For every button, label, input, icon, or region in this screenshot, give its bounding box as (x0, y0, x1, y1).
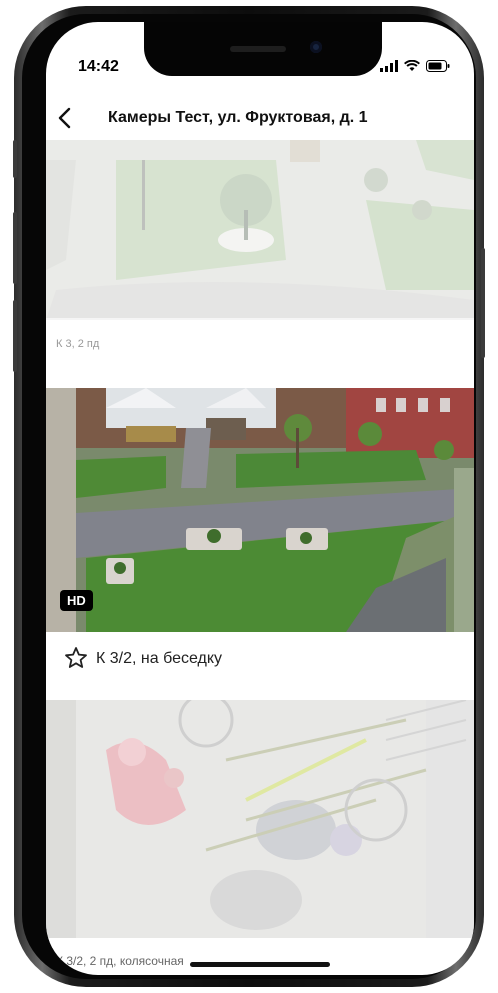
camera-image-3 (46, 700, 474, 948)
notch (144, 22, 382, 76)
home-indicator (190, 962, 330, 967)
battery-icon (426, 60, 450, 72)
back-icon[interactable] (52, 104, 80, 132)
camera-label-1: К 3, 2 пд (56, 338, 100, 350)
power-button (481, 248, 485, 358)
wifi-icon (404, 60, 420, 71)
camera-caption-1[interactable]: К 3, 2 пд (46, 338, 474, 350)
status-time: 14:42 (78, 58, 119, 75)
front-camera (310, 41, 322, 53)
camera-label-2: К 3/2, на беседку (96, 650, 223, 667)
camera-image-2 (46, 388, 474, 632)
signal-icon (380, 60, 398, 72)
app-screen: 14:42 Камеры Тест, ул. Фруктовая, д. 1 К… (46, 22, 474, 975)
mute-switch (13, 140, 17, 178)
page-title: Камеры Тест, ул. Фруктовая, д. 1 (108, 109, 368, 126)
status-icons (380, 60, 450, 72)
star-icon[interactable] (64, 646, 88, 670)
speaker (230, 46, 286, 52)
hd-badge: HD (60, 590, 93, 611)
camera-feed-1[interactable] (46, 140, 474, 320)
camera-feed-2[interactable]: HD (46, 388, 474, 632)
camera-feed-3[interactable] (46, 700, 474, 948)
camera-image-1 (46, 140, 474, 320)
volume-up-button (13, 212, 17, 284)
camera-caption-2[interactable]: К 3/2, на беседку (46, 632, 474, 686)
volume-down-button (13, 300, 17, 372)
nav-header: Камеры Тест, ул. Фруктовая, д. 1 (46, 96, 474, 140)
